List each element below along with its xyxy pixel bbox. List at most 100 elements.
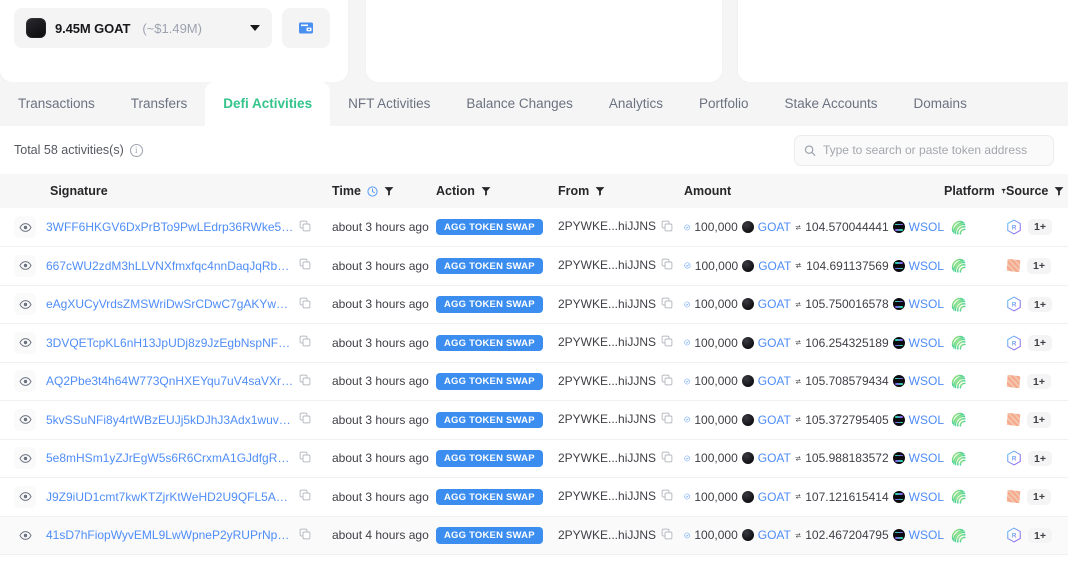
jupiter-icon[interactable] bbox=[950, 488, 967, 505]
action-badge[interactable]: AGG TOKEN SWAP bbox=[436, 218, 543, 236]
cell-signature[interactable]: AQ2Pbe3t4h64W773QnHXEYqu7uV4saVXrcD6wX..… bbox=[46, 362, 332, 401]
info-icon[interactable]: i bbox=[129, 143, 143, 157]
view-details-button[interactable] bbox=[14, 370, 36, 393]
cell-source[interactable]: R 1+ bbox=[1006, 285, 1068, 324]
copy-signature-button[interactable] bbox=[299, 374, 311, 389]
filter-icon[interactable] bbox=[595, 186, 605, 196]
orca-icon[interactable] bbox=[1006, 411, 1022, 428]
view-details-button[interactable] bbox=[14, 331, 36, 354]
source-count-chip[interactable]: 1+ bbox=[1027, 373, 1051, 389]
copy-icon[interactable] bbox=[661, 489, 673, 501]
cell-signature[interactable]: 667cWU2zdM3hLLVNXfmxfqc4nnDaqJqRbxYiWp..… bbox=[46, 246, 332, 286]
orca-icon[interactable] bbox=[1006, 257, 1022, 274]
cell-platform[interactable] bbox=[944, 516, 1006, 555]
cell-platform[interactable] bbox=[944, 477, 1006, 517]
cell-signature[interactable]: 3DVQETcpKL6nH13JpUDj8z9JzEgbNspNFUbGY5j.… bbox=[46, 323, 332, 363]
jupiter-icon[interactable] bbox=[950, 334, 967, 351]
orca-icon[interactable] bbox=[1006, 373, 1022, 390]
table-row[interactable]: 3WFF6HKGV6DxPrBTo9PwLEdrp36RWke5BHdnkB..… bbox=[0, 208, 1068, 247]
source-count-chip[interactable]: 1+ bbox=[1028, 450, 1052, 466]
token-in-link[interactable]: GOAT bbox=[758, 374, 791, 388]
token-out-link[interactable]: WSOL bbox=[909, 297, 944, 311]
signature-link[interactable]: eAgXUCyVrdsZMSWriDwSrCDwC7gAKYwdRbJich..… bbox=[46, 297, 294, 311]
raydium-icon[interactable]: R bbox=[1006, 219, 1022, 235]
column-header-action[interactable]: Action bbox=[436, 174, 558, 208]
table-row[interactable]: 41sD7hFiopWyvEML9LwWpneP2yRUPrNpoFjz7Hd.… bbox=[0, 516, 1068, 555]
copy-icon[interactable] bbox=[661, 412, 673, 424]
action-badge[interactable]: AGG TOKEN SWAP bbox=[436, 334, 543, 351]
from-address[interactable]: 2PYWKE...hiJJNS bbox=[558, 219, 656, 233]
copy-icon[interactable] bbox=[299, 451, 311, 463]
signature-link[interactable]: 5e8mHSm1yZJrEgW5s6R6CrxmA1GJdfgRhkUX5g..… bbox=[46, 451, 294, 465]
jupiter-icon[interactable] bbox=[950, 411, 967, 428]
raydium-icon[interactable]: R bbox=[1006, 296, 1022, 312]
cell-from[interactable]: 2PYWKE...hiJJNS bbox=[558, 323, 684, 363]
action-badge[interactable]: AGG TOKEN SWAP bbox=[436, 411, 543, 428]
copy-icon[interactable] bbox=[661, 297, 673, 309]
raydium-icon[interactable]: R bbox=[1006, 335, 1022, 351]
copy-icon[interactable] bbox=[299, 489, 311, 501]
copy-icon[interactable] bbox=[299, 220, 311, 232]
copy-icon[interactable] bbox=[299, 528, 311, 540]
from-address[interactable]: 2PYWKE...hiJJNS bbox=[558, 297, 656, 311]
cell-action[interactable]: AGG TOKEN SWAP bbox=[436, 439, 558, 478]
cell-platform[interactable] bbox=[944, 362, 1006, 401]
tab-balance-changes[interactable]: Balance Changes bbox=[448, 82, 591, 126]
tab-defi-activities[interactable]: Defi Activities bbox=[205, 82, 331, 126]
column-header-amount[interactable]: Amount bbox=[684, 174, 944, 208]
token-in-link[interactable]: GOAT bbox=[758, 490, 791, 504]
from-address[interactable]: 2PYWKE...hiJJNS bbox=[558, 528, 656, 542]
cell-platform[interactable] bbox=[944, 208, 1006, 247]
source-count-chip[interactable]: 1+ bbox=[1028, 335, 1052, 351]
cell-view[interactable] bbox=[0, 285, 46, 324]
token-out-link[interactable]: WSOL bbox=[909, 451, 944, 465]
tab-analytics[interactable]: Analytics bbox=[591, 82, 681, 126]
filter-icon[interactable] bbox=[481, 186, 491, 196]
action-badge[interactable]: AGG TOKEN SWAP bbox=[436, 296, 543, 313]
action-badge[interactable]: AGG TOKEN SWAP bbox=[436, 488, 543, 505]
copy-icon[interactable] bbox=[299, 412, 311, 424]
cell-signature[interactable]: eAgXUCyVrdsZMSWriDwSrCDwC7gAKYwdRbJich..… bbox=[46, 285, 332, 324]
copy-signature-button[interactable] bbox=[299, 258, 311, 273]
token-in-link[interactable]: GOAT bbox=[758, 528, 791, 542]
tab-nft-activities[interactable]: NFT Activities bbox=[330, 82, 448, 126]
cell-source[interactable]: 1+ bbox=[1006, 246, 1068, 286]
token-in-link[interactable]: GOAT bbox=[758, 297, 791, 311]
table-row[interactable]: 667cWU2zdM3hLLVNXfmxfqc4nnDaqJqRbxYiWp..… bbox=[0, 246, 1068, 286]
tab-domains[interactable]: Domains bbox=[896, 82, 985, 126]
copy-signature-button[interactable] bbox=[299, 451, 311, 466]
view-details-button[interactable] bbox=[14, 216, 36, 238]
token-in-link[interactable]: GOAT bbox=[758, 259, 791, 273]
copy-signature-button[interactable] bbox=[299, 335, 311, 350]
view-details-button[interactable] bbox=[14, 524, 36, 547]
cell-action[interactable]: AGG TOKEN SWAP bbox=[436, 362, 558, 401]
copy-address-button[interactable] bbox=[661, 412, 673, 427]
copy-address-button[interactable] bbox=[661, 451, 673, 466]
token-out-link[interactable]: WSOL bbox=[909, 374, 944, 388]
cell-source[interactable]: R 1+ bbox=[1006, 208, 1068, 247]
copy-signature-button[interactable] bbox=[299, 528, 311, 543]
signature-link[interactable]: 3WFF6HKGV6DxPrBTo9PwLEdrp36RWke5BHdnkB..… bbox=[46, 220, 294, 234]
token-in-link[interactable]: GOAT bbox=[758, 220, 791, 234]
cell-action[interactable]: AGG TOKEN SWAP bbox=[436, 516, 558, 555]
from-address[interactable]: 2PYWKE...hiJJNS bbox=[558, 374, 656, 388]
from-address[interactable]: 2PYWKE...hiJJNS bbox=[558, 412, 656, 426]
jupiter-icon[interactable] bbox=[950, 257, 967, 274]
cell-view[interactable] bbox=[0, 323, 46, 363]
filter-icon[interactable] bbox=[384, 186, 394, 196]
cell-signature[interactable]: 5kvSSuNFi8y4rtWBzEUJj5kDJhJ3Adx1wuvNNji4… bbox=[46, 400, 332, 440]
cell-platform[interactable] bbox=[944, 400, 1006, 440]
view-details-button[interactable] bbox=[14, 254, 36, 277]
cell-signature[interactable]: 41sD7hFiopWyvEML9LwWpneP2yRUPrNpoFjz7Hd.… bbox=[46, 516, 332, 555]
column-header-signature[interactable]: Signature bbox=[46, 174, 332, 208]
copy-address-button[interactable] bbox=[661, 297, 673, 312]
token-out-link[interactable]: WSOL bbox=[909, 490, 944, 504]
cell-from[interactable]: 2PYWKE...hiJJNS bbox=[558, 285, 684, 324]
cell-signature[interactable]: 5e8mHSm1yZJrEgW5s6R6CrxmA1GJdfgRhkUX5g..… bbox=[46, 439, 332, 478]
copy-signature-button[interactable] bbox=[299, 297, 311, 312]
signature-link[interactable]: 3DVQETcpKL6nH13JpUDj8z9JzEgbNspNFUbGY5j.… bbox=[46, 336, 294, 350]
action-badge[interactable]: AGG TOKEN SWAP bbox=[436, 257, 543, 274]
cell-platform[interactable] bbox=[944, 246, 1006, 286]
clock-icon[interactable] bbox=[367, 185, 378, 197]
cell-source[interactable]: 1+ bbox=[1006, 400, 1068, 440]
